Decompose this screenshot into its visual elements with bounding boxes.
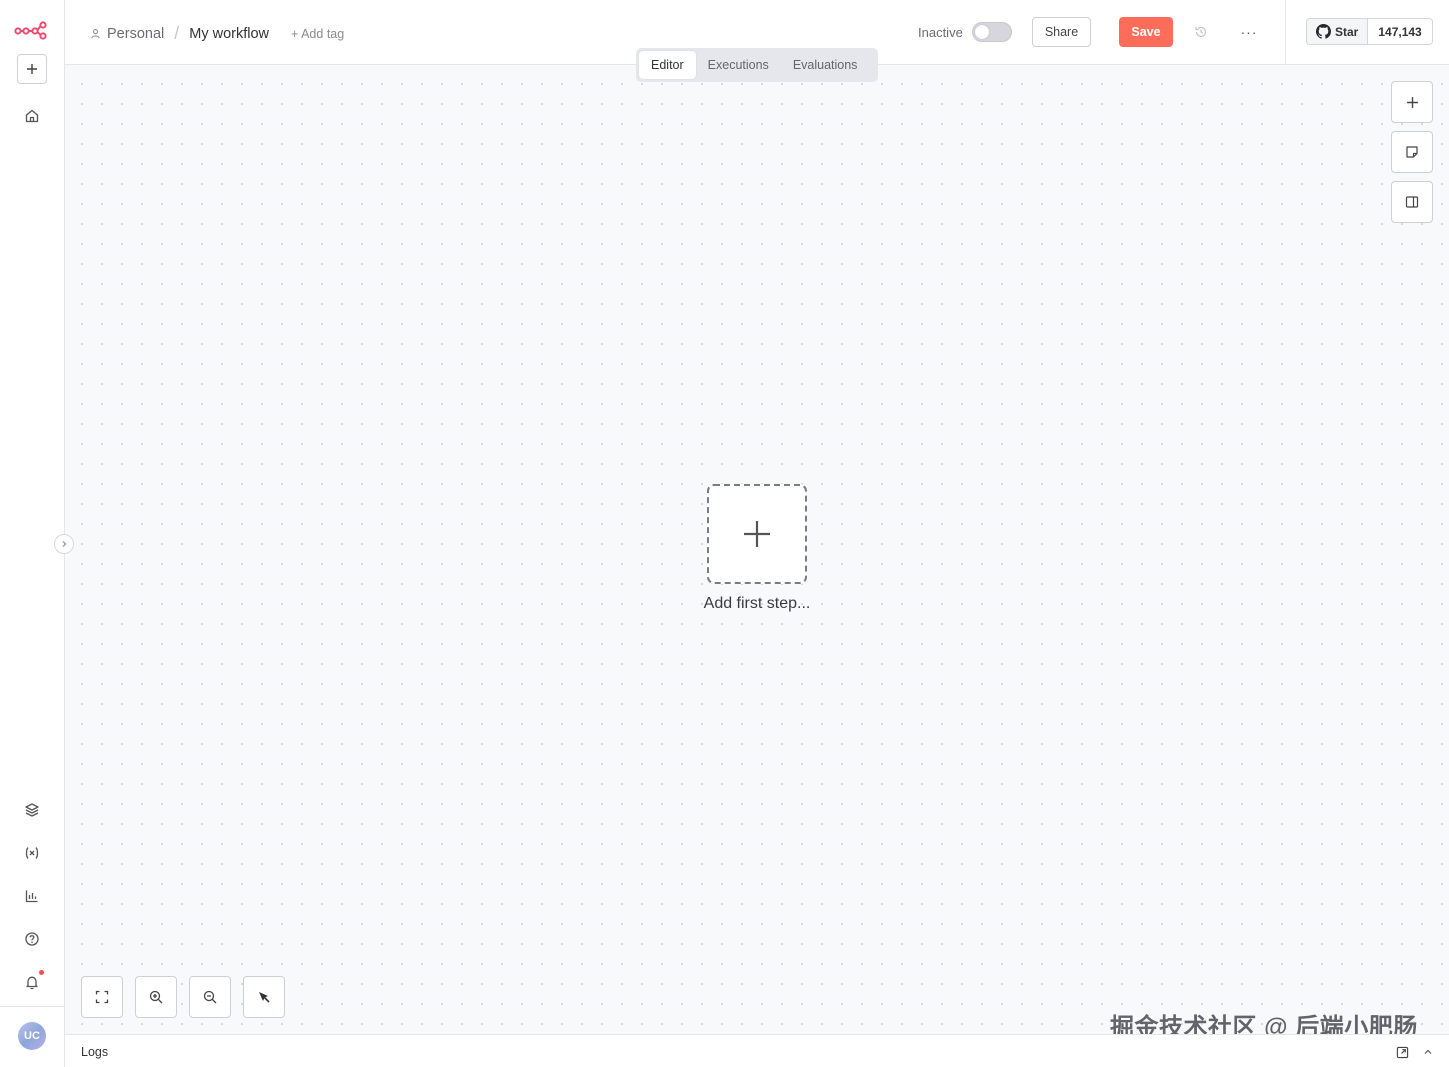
create-button[interactable] [17,54,47,84]
chevron-up-icon[interactable] [1420,1044,1436,1060]
user-icon [91,29,100,39]
variables-icon[interactable] [20,841,44,865]
history-icon[interactable] [1191,22,1211,42]
zoom-out-icon [203,990,217,1004]
avatar-initials: UC [24,1030,40,1042]
tab-executions[interactable]: Executions [696,51,781,79]
plus-icon [1406,96,1418,108]
workflow-name[interactable]: My workflow [189,26,269,42]
breadcrumb-separator: / [174,23,180,43]
view-tabs: Editor Executions Evaluations [636,48,878,82]
left-sidebar: UC [0,0,74,1067]
logs-panel-bar[interactable]: Logs [65,1034,1449,1067]
help-icon[interactable] [20,927,44,951]
breadcrumb-project[interactable]: Personal [90,26,164,42]
notification-badge [39,970,44,975]
github-star-widget[interactable]: Star 147,143 [1306,18,1433,45]
tab-evaluations[interactable]: Evaluations [781,51,870,79]
add-first-step-button[interactable] [707,484,807,584]
plus-icon [27,64,37,74]
github-star-count[interactable]: 147,143 [1368,19,1432,44]
header-divider [1285,0,1286,65]
zoom-in-icon [149,990,163,1004]
github-star-button[interactable]: Star [1307,19,1369,44]
plus-icon [744,521,770,547]
toggle-panel-button[interactable] [1391,181,1433,223]
workflow-status-label: Inactive [918,25,963,40]
home-icon[interactable] [20,104,44,128]
insights-icon[interactable] [20,884,44,908]
active-toggle[interactable] [972,22,1012,42]
user-avatar[interactable]: UC [18,1022,46,1050]
fit-view-icon [95,990,109,1004]
templates-icon[interactable] [20,798,44,822]
panel-right-icon [1405,196,1419,208]
sticky-note-icon [1406,146,1418,158]
logs-label: Logs [81,1045,109,1059]
zoom-to-fit-button[interactable] [81,976,123,1018]
breadcrumb-project-label: Personal [107,25,165,42]
workflow-canvas[interactable]: Add first step... 掘金技术社区 @ 后端小肥肠 [65,65,1449,1041]
github-star-label: Star [1335,24,1359,39]
tidy-up-button[interactable] [243,976,285,1018]
breadcrumb: Personal / My workflow + Add tag [90,23,344,44]
open-nodes-panel-button[interactable] [1391,81,1433,123]
save-button[interactable]: Save [1119,17,1173,47]
add-first-step-label: Add first step... [703,595,811,612]
n8n-logo-icon[interactable] [14,20,48,40]
sticky-note-button[interactable] [1391,131,1433,173]
github-icon [1316,24,1331,39]
sidebar-divider [0,1006,65,1007]
more-options-icon[interactable]: ··· [1237,22,1261,42]
tab-editor[interactable]: Editor [639,51,696,79]
zoom-in-button[interactable] [135,976,177,1018]
zoom-out-button[interactable] [189,976,231,1018]
pop-out-icon[interactable] [1394,1044,1410,1060]
chevron-right-icon [62,541,67,547]
share-button[interactable]: Share [1032,17,1091,47]
toggle-knob [975,25,989,39]
sidebar-collapse-button[interactable] [54,534,74,554]
magic-wand-icon [259,992,270,1003]
add-tag-button[interactable]: + Add tag [291,27,344,41]
